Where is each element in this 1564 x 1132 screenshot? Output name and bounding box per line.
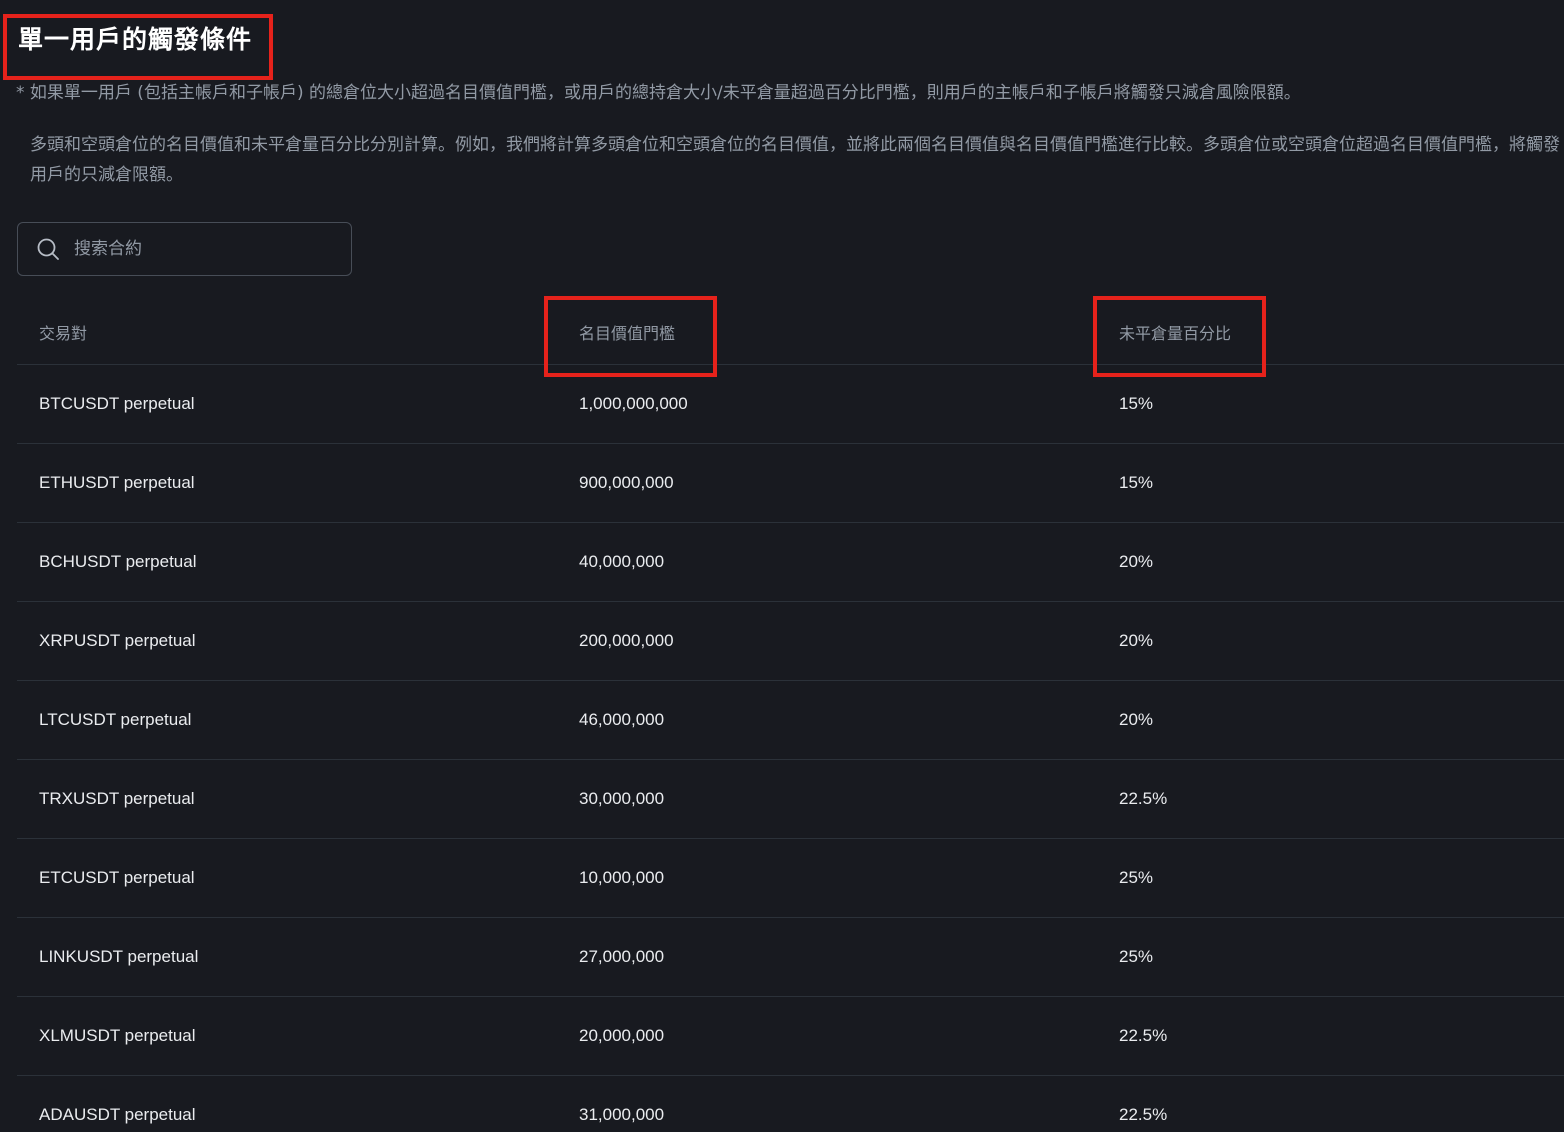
search-box[interactable] [17, 222, 352, 276]
table-body: BTCUSDT perpetual 1,000,000,000 15% ETHUSDT… [17, 365, 1564, 1132]
pair-cell: TRXUSDT perpetual [39, 789, 195, 808]
table-row[interactable]: XLMUSDT perpetual 20,000,000 22.5% [17, 997, 1564, 1076]
table-row[interactable]: ETHUSDT perpetual 900,000,000 15% [17, 444, 1564, 523]
notional-threshold-cell: 40,000,000 [579, 552, 665, 571]
notional-threshold-cell: 10,000,000 [579, 868, 665, 887]
pair-cell: ETCUSDT perpetual [39, 868, 195, 887]
table-row[interactable]: BTCUSDT perpetual 1,000,000,000 15% [17, 365, 1564, 444]
open-interest-pct-cell: 20% [1119, 710, 1154, 729]
notional-threshold-cell: 27,000,000 [579, 947, 665, 966]
pair-cell: XRPUSDT perpetual [39, 631, 196, 650]
open-interest-pct-cell: 22.5% [1119, 1105, 1168, 1124]
table-row[interactable]: ADAUSDT perpetual 31,000,000 22.5% [17, 1076, 1564, 1132]
notional-threshold-cell: 31,000,000 [579, 1105, 665, 1124]
table-row[interactable]: LINKUSDT perpetual 27,000,000 25% [17, 918, 1564, 997]
open-interest-pct-cell: 25% [1119, 868, 1154, 887]
table-row[interactable]: XRPUSDT perpetual 200,000,000 20% [17, 602, 1564, 681]
search-icon [37, 238, 59, 260]
search-input[interactable] [72, 238, 326, 260]
notional-threshold-cell: 200,000,000 [579, 631, 674, 650]
open-interest-pct-cell: 15% [1119, 473, 1154, 492]
table-row[interactable]: ETCUSDT perpetual 10,000,000 25% [17, 839, 1564, 918]
open-interest-pct-cell: 20% [1119, 631, 1154, 650]
column-header-open-interest-pct[interactable]: 未平倉量百分比 [1119, 320, 1231, 344]
column-header-pair[interactable]: 交易對 [39, 320, 87, 344]
notional-threshold-cell: 46,000,000 [579, 710, 665, 729]
pair-cell: BTCUSDT perpetual [39, 394, 195, 413]
table-header: 交易對 名目價值門檻 未平倉量百分比 [17, 300, 1564, 365]
column-header-notional-threshold[interactable]: 名目價值門檻 [579, 320, 675, 344]
pair-cell: XLMUSDT perpetual [39, 1026, 196, 1045]
trigger-table: 交易對 名目價值門檻 未平倉量百分比 BTCUSDT perpetual 1,00… [17, 300, 1564, 1132]
notional-threshold-cell: 1,000,000,000 [579, 394, 688, 413]
open-interest-pct-cell: 22.5% [1119, 1026, 1168, 1045]
notional-threshold-cell: 30,000,000 [579, 789, 665, 808]
page-title: 單一用戶的觸發條件 [18, 25, 253, 54]
trigger-description: 多頭和空頭倉位的名目價值和未平倉量百分比分別計算。例如，我們將計算多頭倉位和空頭… [30, 135, 1560, 185]
notional-threshold-cell: 20,000,000 [579, 1026, 665, 1045]
pair-cell: BCHUSDT perpetual [39, 552, 197, 571]
pair-cell: LINKUSDT perpetual [39, 947, 199, 966]
page: 單一用戶的觸發條件 * 如果單一用戶 (包括主帳戶和子帳戶) 的總倉位大小超過名… [0, 0, 1564, 1132]
pair-cell: ETHUSDT perpetual [39, 473, 195, 492]
open-interest-pct-cell: 15% [1119, 394, 1154, 413]
trigger-note: * 如果單一用戶 (包括主帳戶和子帳戶) 的總倉位大小超過名目價值門檻，或用戶的… [16, 83, 1301, 103]
table-row[interactable]: TRXUSDT perpetual 30,000,000 22.5% [17, 760, 1564, 839]
open-interest-pct-cell: 20% [1119, 552, 1154, 571]
pair-cell: ADAUSDT perpetual [39, 1105, 196, 1124]
pair-cell: LTCUSDT perpetual [39, 710, 192, 729]
notional-threshold-cell: 900,000,000 [579, 473, 674, 492]
table-row[interactable]: LTCUSDT perpetual 46,000,000 20% [17, 681, 1564, 760]
open-interest-pct-cell: 25% [1119, 947, 1154, 966]
open-interest-pct-cell: 22.5% [1119, 789, 1168, 808]
table-row[interactable]: BCHUSDT perpetual 40,000,000 20% [17, 523, 1564, 602]
